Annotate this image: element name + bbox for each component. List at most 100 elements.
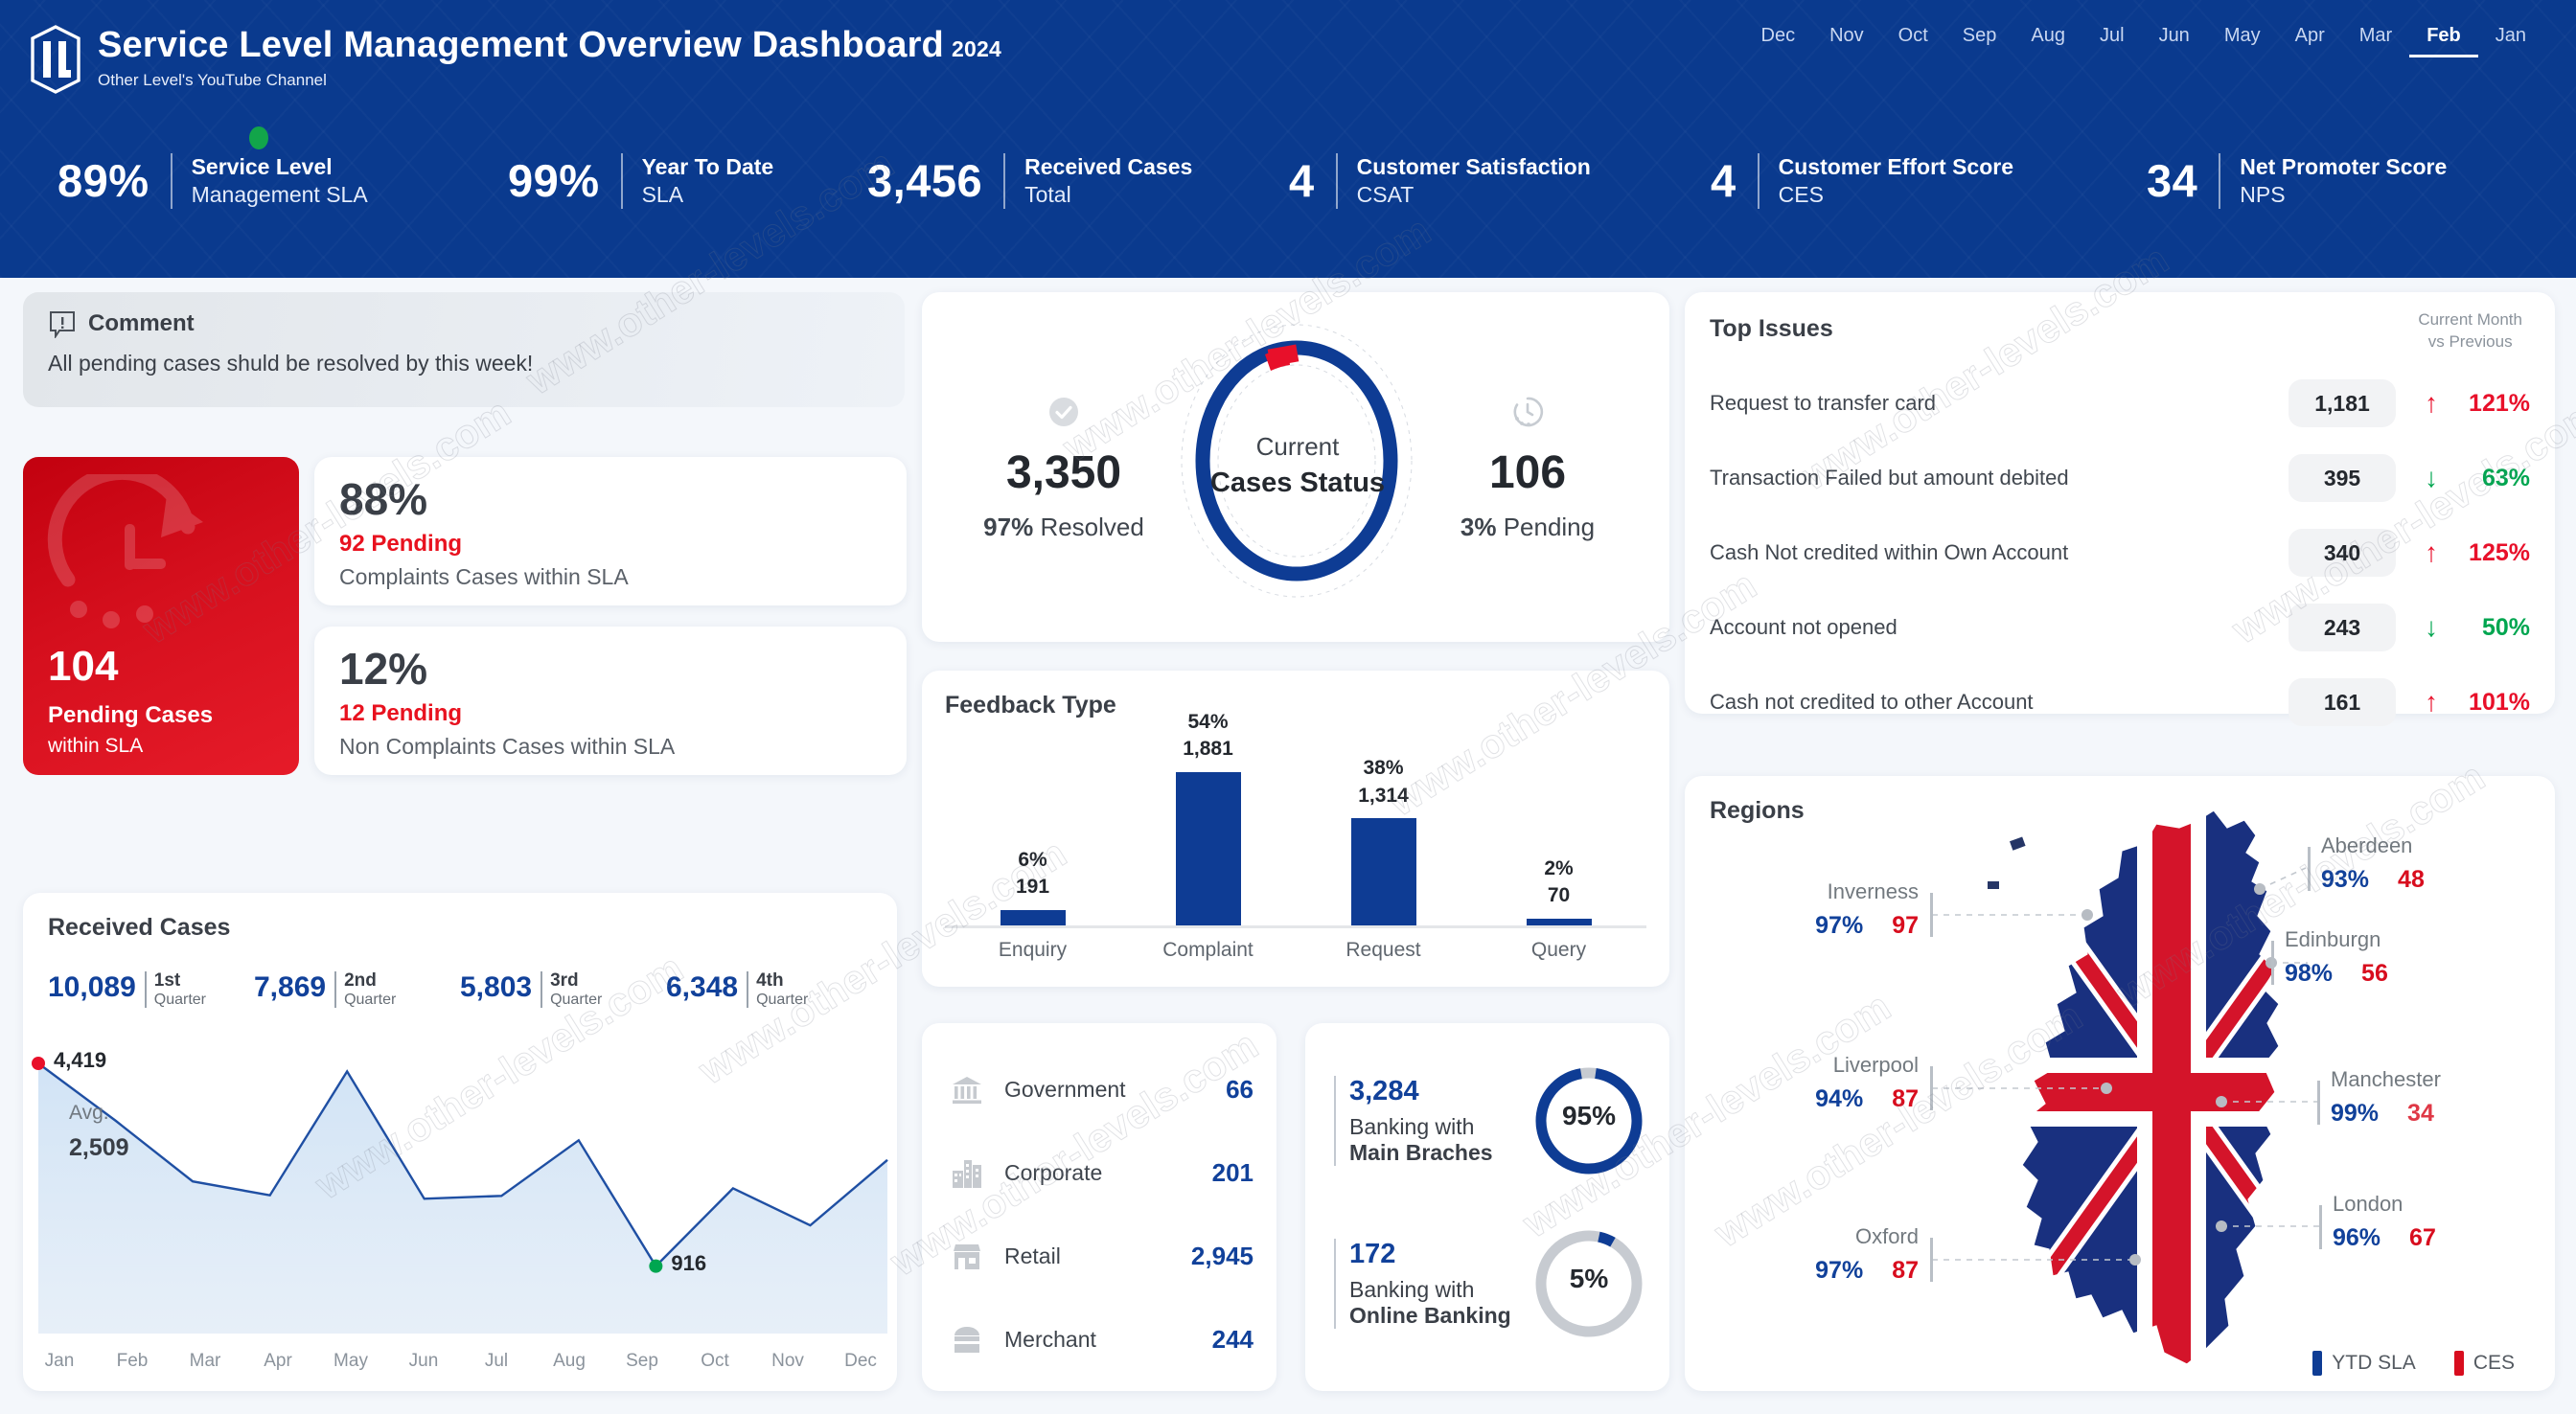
kpi-3: 4 Customer Satisfaction CSAT [1289, 153, 1711, 209]
sla-description: Complaints Cases within SLA [339, 564, 629, 590]
issue-percent: 121% [2469, 389, 2530, 417]
banking-number: 3,284 [1349, 1076, 1419, 1106]
kpi-value: 89% [58, 155, 150, 207]
chart-x-axis: Jan Feb Mar Apr May Jun Jul Aug Sep Oct Nov Dec [23, 1351, 897, 1372]
kpi-label-line1: Customer Satisfaction [1356, 154, 1591, 179]
issue-name: Cash not credited to other Account [1710, 690, 2034, 714]
region-tick [2271, 941, 2274, 985]
quarter-list: 10,089 1st Quarter 7,869 2nd Quarter 5,803 3rd Q… [48, 970, 872, 1008]
kpi-2: 3,456 Received Cases Total [867, 153, 1289, 209]
bar-value-label: 2% 70 [1544, 857, 1574, 907]
segment-name: Merchant [1004, 1327, 1096, 1352]
clock-rotate-icon [47, 474, 203, 628]
segment-value: 201 [1211, 1158, 1254, 1187]
region-ces: 87 [1892, 1085, 1919, 1112]
quarter-item-4: 6,348 4th Quarter [666, 970, 872, 1008]
issue-row: Account not opened 243 ↓ 50% [1710, 601, 2530, 654]
resolved-value: 3,350 [1005, 447, 1122, 498]
complaints-sla-card: 88% 92 Pending Complaints Cases within S… [314, 457, 907, 605]
issue-delta: ↓ 63% [2396, 465, 2530, 492]
bar-value-label: 6% 191 [1015, 848, 1050, 899]
issue-percent: 125% [2469, 538, 2530, 566]
sla-description: Non Complaints Cases within SLA [339, 734, 676, 760]
region-ces: 56 [2361, 960, 2388, 987]
month-mar[interactable]: Mar [2342, 21, 2409, 55]
x-tick-oct: Oct [701, 1351, 729, 1371]
regions-title: Regions [1710, 797, 1805, 824]
month-dec[interactable]: Dec [1744, 21, 1813, 55]
non-complaints-sla-card: 12% 12 Pending Non Complaints Cases with… [314, 627, 907, 775]
x-tick-sep: Sep [626, 1351, 658, 1371]
pending-cases-card: 104 Pending Cases within SLA [23, 457, 299, 775]
issue-row: Request to transfer card 1,181 ↑ 121% [1710, 376, 2530, 430]
month-aug[interactable]: Aug [2013, 21, 2082, 55]
banking-gauge: 95% [1530, 1061, 1648, 1180]
issue-delta: ↑ 101% [2396, 689, 2530, 717]
region-city: Manchester [2331, 1067, 2441, 1091]
kpi-label-line1: Received Cases [1024, 154, 1193, 179]
month-selector[interactable]: Dec Nov Oct Sep Aug Jul Jun May Apr Mar Feb Jan [1744, 21, 2543, 57]
donut-center-line1: Current [1255, 432, 1340, 461]
resolved-label: Resolved [1040, 513, 1144, 541]
shop-icon [945, 1324, 989, 1357]
month-nov[interactable]: Nov [1812, 21, 1881, 55]
top-issues-panel: Top Issues Current Month vs Previous Req… [1685, 292, 2555, 726]
segment-value: 244 [1211, 1325, 1254, 1354]
kpi-label-line1: Service Level [191, 154, 333, 179]
banking-line2: Main Braches [1349, 1140, 1493, 1165]
trend-up-icon: ↑ [2425, 388, 2438, 418]
bar-category-label: Query [1530, 939, 1587, 961]
region-oxford: Oxford 97% 87 [1790, 1224, 1919, 1285]
pending-value: 106 [1488, 447, 1567, 498]
cases-status-panel: 3,350 97% Resolved Current Cases Status … [922, 292, 1669, 642]
feedback-type-panel: Feedback Type 6% 191 Enquiry 54% 1,881 Compla… [922, 671, 1669, 987]
kpi-label-line2: SLA [641, 181, 684, 207]
x-tick-feb: Feb [116, 1351, 149, 1371]
sla-pending: 92 Pending [339, 531, 463, 558]
top-issues-header-line1: Current Month [2418, 310, 2522, 329]
region-aberdeen: Aberdeen 93% 48 [2321, 833, 2425, 894]
banking-line1: Banking with [1349, 1114, 1475, 1139]
feedback-bar-chart: 6% 191 Enquiry 54% 1,881 Complaint 38% 1,314 Req… [945, 711, 1646, 968]
month-jul[interactable]: Jul [2082, 21, 2142, 55]
month-oct[interactable]: Oct [1881, 21, 1945, 55]
pending-cases-sublabel: within SLA [48, 735, 144, 757]
region-sla: 99% [2331, 1100, 2380, 1127]
issue-row: Cash not credited to other Account 161 ↑ 10… [1710, 675, 2530, 729]
average-label: Avg. [69, 1102, 109, 1124]
sla-percent: 12% [339, 644, 428, 694]
max-point-label: 4,419 [54, 1048, 107, 1072]
quarter-item-3: 5,803 3rd Quarter [460, 970, 666, 1008]
month-sep[interactable]: Sep [1945, 21, 2014, 55]
kpi-value: 4 [1711, 155, 1736, 207]
pending-label: Pending [1503, 513, 1596, 541]
quarter-label: 4th Quarter [747, 970, 808, 1008]
received-cases-title: Received Cases [48, 914, 231, 941]
month-jun[interactable]: Jun [2142, 21, 2207, 55]
month-feb[interactable]: Feb [2409, 21, 2478, 57]
segment-row-merchant: Merchant 244 [945, 1298, 1254, 1381]
segment-name: Corporate [1004, 1160, 1103, 1185]
region-ces: 87 [1892, 1257, 1919, 1284]
month-jan[interactable]: Jan [2478, 21, 2543, 55]
month-apr[interactable]: Apr [2278, 21, 2342, 55]
issue-percent: 63% [2481, 464, 2530, 491]
bar-value-label: 54% 1,881 [1183, 711, 1233, 761]
comment-title: Comment [88, 310, 195, 336]
top-issues-column-header: Current Month vs Previous [2418, 309, 2522, 354]
brand: Service Level Management Overview Dashbo… [29, 21, 1001, 94]
banking-gauge-percent: 95% [1561, 1101, 1617, 1130]
store-icon [945, 1241, 989, 1273]
trend-up-icon: ↑ [2425, 687, 2438, 717]
quarter-value: 7,869 [254, 971, 327, 1003]
month-may[interactable]: May [2207, 21, 2278, 55]
kpi-value: 34 [2147, 155, 2198, 207]
pending-cases-label: Pending Cases [48, 702, 214, 728]
kpi-label-line1: Year To Date [641, 154, 774, 179]
resolved-percent: 97% [983, 513, 1034, 541]
region-sla: 97% [1815, 1257, 1864, 1284]
average-note: Avg. 2,509 [69, 1102, 129, 1162]
issue-delta: ↑ 121% [2396, 390, 2530, 418]
page-subtitle: Other Level's YouTube Channel [98, 71, 327, 89]
legend-item-ytd-sla: YTD SLA [2312, 1351, 2416, 1376]
